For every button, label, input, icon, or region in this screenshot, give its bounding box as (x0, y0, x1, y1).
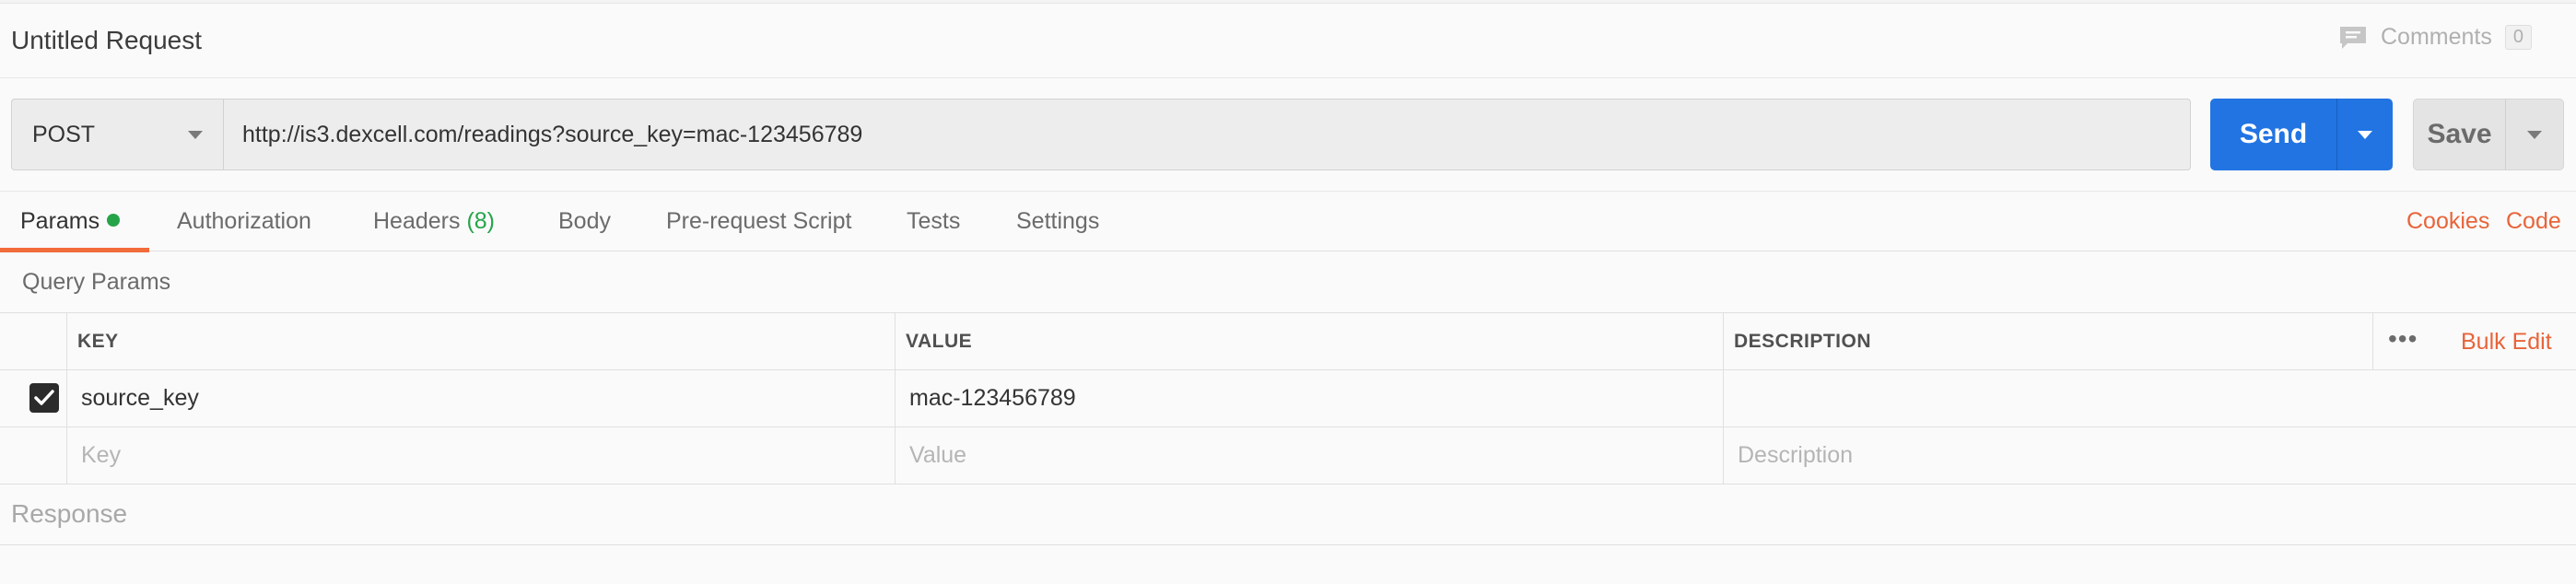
url-input[interactable]: http://is3.dexcell.com/readings?source_k… (224, 99, 2190, 169)
table-header-row: KEY VALUE DESCRIPTION ••• Bulk Edit (0, 313, 2576, 370)
chevron-down-icon (2527, 130, 2542, 139)
tab-headers-label: Headers (373, 208, 461, 234)
send-button-group: Send (2210, 99, 2393, 170)
status-dot-icon (107, 214, 121, 227)
column-header-description: DESCRIPTION (1734, 331, 1872, 352)
checkmark-icon (34, 390, 54, 405)
description-input[interactable]: Description (1738, 442, 1853, 469)
response-label: Response (11, 499, 128, 528)
chevron-down-icon (2358, 130, 2372, 139)
save-button[interactable]: Save (2414, 99, 2506, 169)
tab-params-label: Params (20, 208, 100, 234)
save-button-group: Save (2413, 99, 2564, 170)
tab-headers[interactable]: Headers (8) (373, 208, 495, 235)
active-tab-indicator (0, 248, 149, 252)
code-link[interactable]: Code (2506, 208, 2561, 235)
tab-settings[interactable]: Settings (1016, 208, 1099, 235)
param-value-cell[interactable]: mac-123456789 (909, 385, 1076, 412)
column-divider (895, 313, 896, 485)
column-divider (2372, 313, 2373, 370)
key-input[interactable]: Key (81, 442, 121, 469)
tab-tests[interactable]: Tests (907, 208, 960, 235)
send-dropdown-button[interactable] (2337, 99, 2393, 170)
cookies-link[interactable]: Cookies (2406, 208, 2489, 235)
column-header-key: KEY (77, 331, 119, 352)
tab-params[interactable]: Params (20, 208, 121, 235)
chevron-down-icon (188, 130, 203, 139)
column-header-value: VALUE (906, 331, 973, 352)
bulk-edit-link[interactable]: Bulk Edit (2461, 329, 2552, 356)
table-row: source_key mac-123456789 (0, 370, 2576, 427)
comment-icon (2340, 26, 2366, 49)
value-input[interactable]: Value (909, 442, 966, 469)
column-divider (1723, 313, 1724, 485)
tab-body[interactable]: Body (558, 208, 611, 235)
param-key-cell[interactable]: source_key (81, 385, 199, 412)
send-button[interactable]: Send (2210, 99, 2337, 170)
method-select[interactable]: POST (12, 99, 224, 169)
more-options-icon[interactable]: ••• (2388, 326, 2418, 352)
url-text: http://is3.dexcell.com/readings?source_k… (242, 121, 863, 147)
save-dropdown-button[interactable] (2506, 99, 2563, 169)
column-divider (66, 313, 67, 485)
method-label: POST (32, 121, 96, 147)
tab-authorization[interactable]: Authorization (177, 208, 311, 235)
tab-pre-request-script[interactable]: Pre-request Script (666, 208, 851, 235)
row-enabled-checkbox[interactable] (29, 383, 59, 413)
comments-label: Comments (2381, 24, 2492, 50)
request-title[interactable]: Untitled Request (11, 26, 202, 55)
url-bar: POST http://is3.dexcell.com/readings?sou… (11, 99, 2191, 170)
request-tabs: Params Authorization Headers (8) Body Pr… (0, 191, 2576, 252)
query-params-title: Query Params (22, 269, 171, 295)
comments-count-badge: 0 (2504, 25, 2532, 50)
request-header: Untitled Request Comments 0 (0, 4, 2576, 78)
headers-count: (8) (466, 208, 496, 234)
table-row-new: Key Value Description (0, 427, 2576, 485)
comments-button[interactable]: Comments 0 (2338, 24, 2532, 51)
response-section[interactable]: Response (0, 485, 2576, 545)
query-params-table: KEY VALUE DESCRIPTION ••• Bulk Edit sour… (0, 312, 2576, 485)
